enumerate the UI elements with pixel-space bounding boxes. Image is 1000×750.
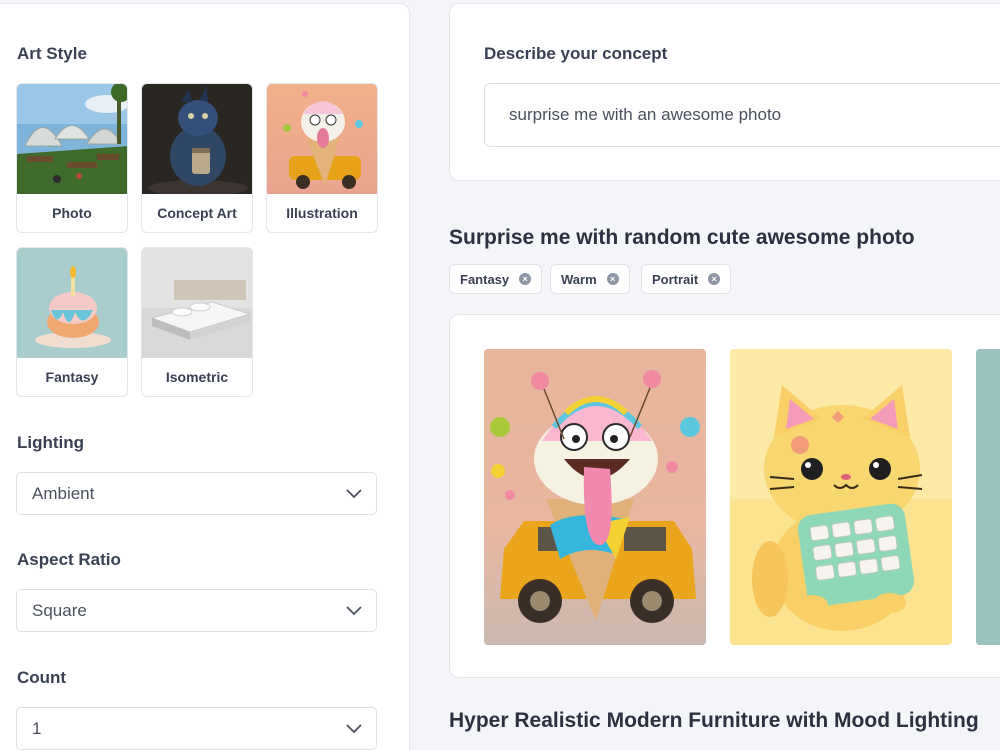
gallery-panel: [449, 314, 1000, 678]
aspect-ratio-heading: Aspect Ratio: [17, 550, 121, 569]
chevron-down-icon: [346, 605, 362, 615]
close-icon[interactable]: ×: [606, 273, 619, 285]
settings-sidebar: Art Style Photo Concept Art Illustration…: [0, 3, 410, 750]
style-card-label: Fantasy: [45, 369, 99, 385]
style-card-isometric[interactable]: Isometric: [141, 247, 253, 397]
chevron-down-icon: [346, 488, 362, 498]
close-icon[interactable]: ×: [708, 273, 721, 285]
tag-label: Fantasy: [460, 271, 510, 287]
style-card-concept-art[interactable]: Concept Art: [141, 83, 253, 233]
app-root: Art Style Photo Concept Art Illustration…: [0, 0, 1000, 750]
tag-label: Portrait: [652, 271, 699, 287]
isometric-thumbnail: [142, 248, 252, 358]
gallery-title: Surprise me with random cute awesome pho…: [449, 226, 915, 249]
chevron-down-icon: [346, 723, 362, 733]
style-card-photo[interactable]: Photo: [16, 83, 128, 233]
style-card-fantasy[interactable]: Fantasy: [16, 247, 128, 397]
close-icon[interactable]: ×: [519, 273, 532, 285]
style-card-label: Isometric: [165, 369, 229, 385]
count-select[interactable]: 1: [16, 707, 377, 750]
style-card-illustration[interactable]: Illustration: [266, 83, 378, 233]
fantasy-thumbnail: [17, 248, 127, 358]
style-card-label: Photo: [52, 205, 92, 221]
style-card-label: Concept Art: [157, 205, 237, 221]
art-style-heading: Art Style: [17, 44, 87, 63]
lighting-value: Ambient: [32, 483, 95, 503]
aspect-ratio-select[interactable]: Square: [16, 589, 377, 632]
tag-label: Warm: [561, 271, 597, 287]
gallery-title: Hyper Realistic Modern Furniture with Mo…: [449, 709, 979, 732]
illustration-thumbnail: [267, 84, 377, 194]
gallery-image-cat[interactable]: [730, 349, 952, 645]
concept-panel: Describe your concept: [449, 3, 1000, 181]
lighting-select[interactable]: Ambient: [16, 472, 377, 515]
count-heading: Count: [17, 668, 67, 687]
style-card-label: Illustration: [286, 205, 358, 221]
gallery-image-partial[interactable]: [976, 349, 1000, 645]
lighting-heading: Lighting: [17, 433, 85, 452]
photo-thumbnail: [17, 84, 127, 194]
concept-label: Describe your concept: [484, 44, 668, 63]
tag-warm[interactable]: Warm ×: [550, 264, 630, 294]
gallery-image-ice-cream[interactable]: [484, 349, 706, 645]
concept-art-thumbnail: [142, 84, 252, 194]
tag-fantasy[interactable]: Fantasy ×: [449, 264, 543, 294]
count-value: 1: [32, 718, 42, 738]
aspect-ratio-value: Square: [32, 600, 87, 620]
concept-input[interactable]: [484, 83, 1000, 147]
tag-portrait[interactable]: Portrait ×: [641, 264, 732, 294]
